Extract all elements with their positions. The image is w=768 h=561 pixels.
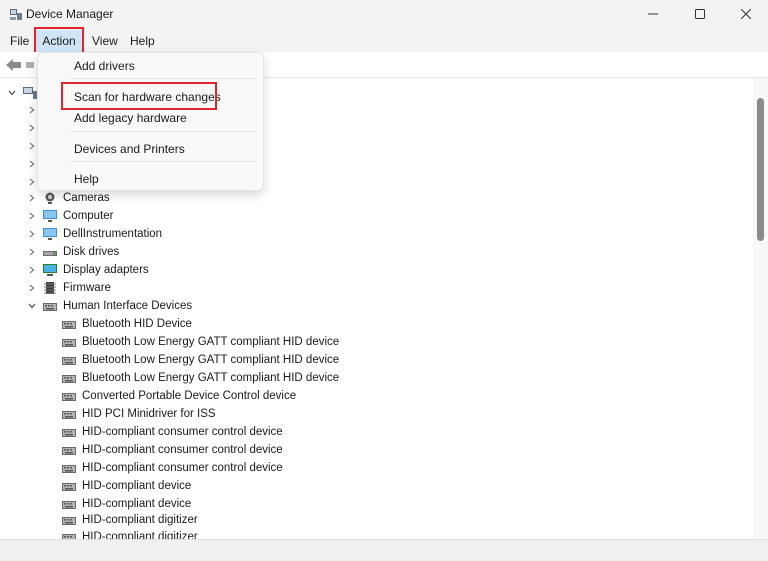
tree-device-item[interactable]: HID-compliant digitizer — [0, 528, 360, 539]
horizontal-scrollbar[interactable] — [0, 539, 768, 561]
tree-device-label: HID-compliant consumer control device — [82, 444, 283, 456]
tree-category-label: Firmware — [63, 282, 111, 294]
firmware-chip-icon — [44, 282, 56, 294]
chevron-right-icon[interactable] — [27, 207, 37, 225]
chevron-right-icon[interactable] — [27, 137, 37, 155]
tree-device-item[interactable]: HID-compliant consumer control device — [0, 459, 360, 477]
keyboard-icon — [62, 339, 76, 347]
tree-category-display-adapters[interactable]: Display adapters — [0, 261, 300, 279]
tree-category-label: Computer — [63, 210, 114, 222]
tree-device-item[interactable]: Bluetooth Low Energy GATT compliant HID … — [0, 351, 360, 369]
tree-device-label: Converted Portable Device Control device — [82, 390, 297, 402]
scrollbar-thumb[interactable] — [757, 98, 764, 241]
chevron-right-icon[interactable] — [27, 243, 37, 261]
close-button[interactable] — [723, 0, 768, 28]
tree-category-label: Human Interface Devices — [63, 300, 193, 312]
keyboard-icon — [62, 393, 76, 401]
menu-view[interactable]: View — [86, 30, 124, 52]
keyboard-icon — [43, 303, 57, 311]
chevron-right-icon[interactable] — [27, 279, 37, 297]
menu-file[interactable]: File — [4, 30, 35, 52]
menu-item-help[interactable]: Help — [74, 169, 99, 189]
title-bar: Device Manager — [0, 0, 768, 28]
tree-category-cameras[interactable]: Cameras — [0, 189, 300, 207]
tree-device-label: HID-compliant consumer control device — [82, 426, 283, 438]
computer-icon — [23, 87, 37, 99]
tree-device-label: HID-compliant digitizer — [82, 531, 198, 539]
keyboard-icon — [62, 321, 76, 329]
keyboard-icon — [62, 429, 76, 437]
tree-category-label: Disk drives — [63, 246, 120, 258]
tree-device-label: HID-compliant consumer control device — [82, 462, 283, 474]
keyboard-icon — [62, 375, 76, 383]
tree-device-label: HID-compliant device — [82, 480, 192, 492]
device-manager-icon — [10, 9, 22, 20]
menu-bar: File Action View Help — [0, 28, 768, 52]
tree-device-label: Bluetooth Low Energy GATT compliant HID … — [82, 372, 340, 384]
menu-separator — [70, 161, 258, 162]
scan-highlight-box — [61, 82, 217, 110]
disk-drive-icon — [43, 251, 57, 256]
tree-category-human-interface-devices[interactable]: Human Interface Devices — [0, 297, 300, 315]
arrow-left-icon[interactable] — [6, 58, 22, 72]
tree-category-label: DellInstrumentation — [63, 228, 163, 240]
tree-category-label: Cameras — [63, 192, 110, 204]
tree-device-item[interactable]: Bluetooth Low Energy GATT compliant HID … — [0, 369, 360, 387]
maximize-button[interactable] — [677, 0, 723, 28]
monitor-icon — [43, 210, 57, 222]
action-dropdown-menu: Add drivers Scan for hardware changes Ad… — [37, 52, 264, 191]
tree-device-label: Bluetooth HID Device — [82, 318, 192, 330]
chevron-right-icon[interactable] — [27, 101, 37, 119]
action-highlight-box — [34, 27, 84, 54]
chevron-right-icon[interactable] — [27, 155, 37, 173]
tree-root[interactable] — [0, 84, 40, 102]
tree-category-firmware[interactable]: Firmware — [0, 279, 300, 297]
chevron-right-icon[interactable] — [27, 261, 37, 279]
tree-device-label: Bluetooth Low Energy GATT compliant HID … — [82, 354, 340, 366]
monitor-icon — [43, 228, 57, 240]
camera-icon — [45, 192, 55, 204]
tree-device-item[interactable]: HID-compliant device — [0, 477, 360, 495]
keyboard-icon — [62, 411, 76, 419]
minimize-button[interactable] — [630, 0, 676, 28]
tree-device-item[interactable]: HID-compliant consumer control device — [0, 423, 360, 441]
tree-category-disk-drives[interactable]: Disk drives — [0, 243, 300, 261]
menu-separator — [70, 78, 258, 79]
tree-category-label: Display adapters — [63, 264, 149, 276]
menu-separator — [70, 131, 258, 132]
close-icon — [741, 9, 751, 19]
menu-help[interactable]: Help — [124, 30, 161, 52]
keyboard-icon — [62, 534, 76, 539]
tree-device-item[interactable]: HID-compliant consumer control device — [0, 441, 360, 459]
maximize-icon — [695, 9, 705, 19]
keyboard-icon — [62, 357, 76, 365]
tree-device-item[interactable]: Bluetooth HID Device — [0, 315, 360, 333]
keyboard-icon — [62, 517, 76, 525]
keyboard-icon — [62, 447, 76, 455]
tree-device-item[interactable]: HID PCI Minidriver for ISS — [0, 405, 360, 423]
keyboard-icon — [62, 483, 76, 491]
tree-category-dellinstrumentation[interactable]: DellInstrumentation — [0, 225, 300, 243]
tree-device-item[interactable]: Converted Portable Device Control device — [0, 387, 360, 405]
chevron-right-icon[interactable] — [27, 225, 37, 243]
window-title: Device Manager — [26, 7, 114, 21]
keyboard-icon — [62, 465, 76, 473]
tree-category-computer[interactable]: Computer — [0, 207, 300, 225]
tree-device-item[interactable]: Bluetooth Low Energy GATT compliant HID … — [0, 333, 360, 351]
vertical-scrollbar[interactable] — [753, 78, 768, 539]
tree-device-item[interactable]: HID-compliant digitizer — [0, 511, 360, 529]
chevron-down-icon[interactable] — [7, 84, 17, 102]
tree-device-label: HID PCI Minidriver for ISS — [82, 408, 216, 420]
chevron-right-icon[interactable] — [27, 189, 37, 207]
tree-device-label: HID-compliant digitizer — [82, 514, 198, 526]
display-adapter-icon — [43, 264, 57, 276]
tree-device-label: Bluetooth Low Energy GATT compliant HID … — [82, 336, 340, 348]
menu-item-devices-and-printers[interactable]: Devices and Printers — [74, 139, 185, 159]
chevron-right-icon[interactable] — [27, 119, 37, 137]
chevron-down-icon[interactable] — [27, 297, 37, 315]
keyboard-icon — [62, 501, 76, 509]
menu-item-add-legacy-hardware[interactable]: Add legacy hardware — [74, 108, 187, 128]
minimize-icon — [648, 13, 658, 15]
menu-item-add-drivers[interactable]: Add drivers — [74, 56, 135, 76]
